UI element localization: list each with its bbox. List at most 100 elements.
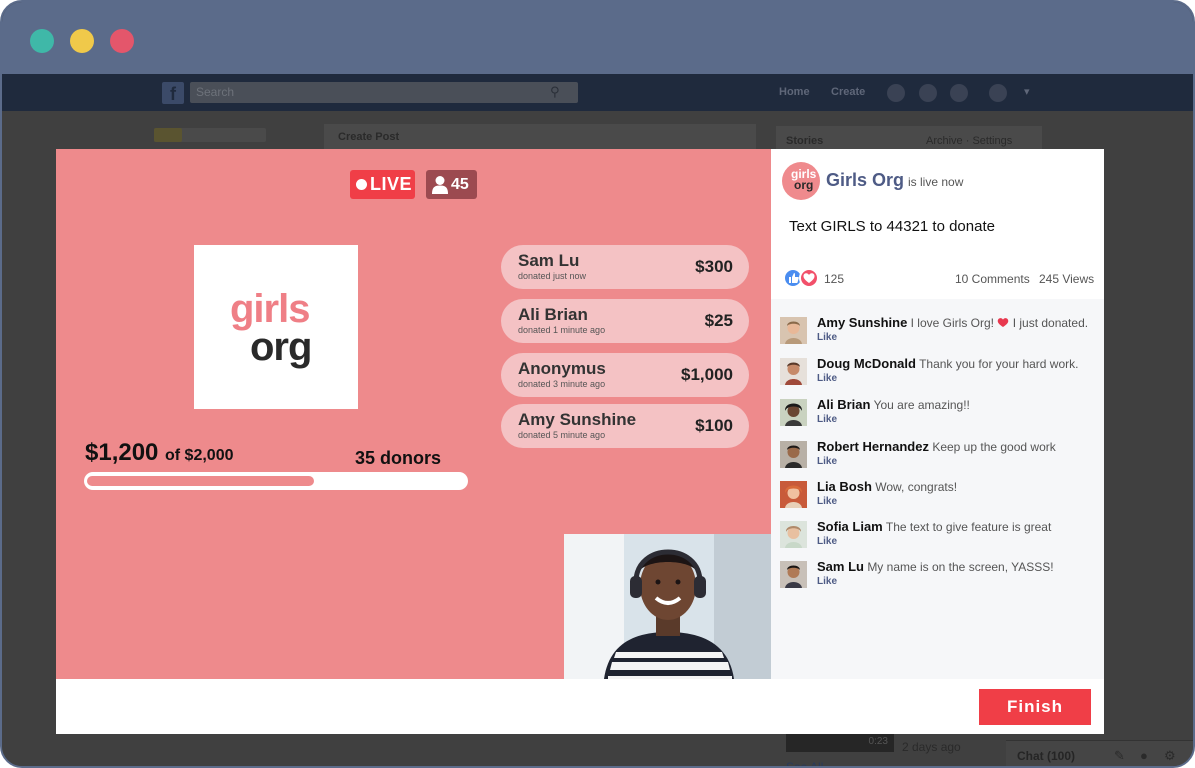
live-badge: LIVE	[350, 170, 415, 199]
love-reaction-icon[interactable]	[799, 268, 819, 288]
gear-icon: ⚙	[1164, 748, 1176, 763]
comment-text: Amy Sunshine I love Girls Org! I just do…	[817, 315, 1088, 330]
progress-fill	[87, 476, 314, 486]
viewer-count-badge: 45	[426, 170, 477, 199]
donation-item: Ali Brian donated 1 minute ago $25	[501, 299, 749, 343]
commenter-name[interactable]: Ali Brian	[817, 397, 870, 412]
heart-icon	[803, 273, 815, 283]
donation-item: Sam Lu donated just now $300	[501, 245, 749, 289]
comment-text: Sam Lu My name is on the screen, YASSS!	[817, 559, 1054, 574]
donor-name: Anonymus	[518, 359, 606, 378]
comment-item: Sofia Liam The text to give feature is g…	[771, 519, 1104, 557]
facebook-logo-icon[interactable]: f	[162, 82, 184, 104]
search-icon[interactable]: ⚲	[550, 84, 566, 100]
comment-like-link[interactable]: Like	[817, 576, 837, 587]
donation-amount: $25	[704, 311, 733, 330]
amount-raised: $1,200	[85, 439, 159, 466]
app-window: f Search ⚲ Home Create ▾ Create Post Sto…	[0, 0, 1195, 768]
robert-avatar[interactable]	[780, 441, 807, 468]
help-icon[interactable]	[989, 84, 1007, 102]
facebook-search-input[interactable]: Search	[190, 82, 578, 103]
logo-org-text: org	[250, 325, 312, 369]
comment-like-link[interactable]: Like	[817, 456, 837, 467]
story-ago: 2 days ago	[902, 740, 961, 754]
comment-like-link[interactable]: Like	[817, 332, 837, 343]
comment-like-link[interactable]: Like	[817, 496, 837, 507]
donation-amount: $100	[695, 416, 733, 435]
page-name-link[interactable]: Girls Org	[826, 170, 904, 191]
ali-avatar[interactable]	[780, 399, 807, 426]
donor-count: 35 donors	[355, 448, 442, 468]
comment-text: Robert Hernandez Keep up the good work	[817, 439, 1056, 454]
live-sidebar: girls org Girls Org is live now Text GIR…	[771, 149, 1104, 679]
live-video-modal: LIVE 45 girls org $1,200 of $2,000 35 do…	[56, 149, 1104, 734]
comment-body: My name is on the screen, YASSS!	[867, 560, 1054, 574]
notifications-icon[interactable]	[950, 84, 968, 102]
archive-settings-link: Archive · Settings	[926, 135, 1013, 147]
streamer-camera-feed	[564, 534, 771, 679]
comment-body: Thank you for your hard work.	[919, 357, 1079, 371]
sofia-avatar[interactable]	[780, 521, 807, 548]
comment-item: Ali Brian You are amazing!! Like	[771, 397, 1104, 435]
comment-text: Doug McDonald Thank you for your hard wo…	[817, 356, 1078, 371]
donation-item: Anonymus donated 3 minute ago $1,000	[501, 353, 749, 397]
heart-emoji-icon	[998, 318, 1009, 327]
donation-item: Amy Sunshine donated 5 minute ago $100	[501, 404, 749, 448]
window-minimize-button[interactable]	[70, 29, 94, 53]
comment-like-link[interactable]: Like	[817, 536, 837, 547]
comment-like-link[interactable]: Like	[817, 414, 837, 425]
doug-avatar[interactable]	[780, 358, 807, 385]
nav-home-link[interactable]: Home	[779, 86, 810, 98]
commenter-name[interactable]: Lia Bosh	[817, 479, 872, 494]
commenter-name[interactable]: Sofia Liam	[817, 519, 883, 534]
post-text: Text GIRLS to 44321 to donate	[789, 218, 995, 235]
commenter-name[interactable]: Doug McDonald	[817, 356, 916, 371]
finish-button[interactable]: Finish	[979, 689, 1091, 725]
story-thumbnail: 0:23	[786, 732, 894, 752]
girls-org-logo: girls org	[194, 245, 358, 409]
left-nav-item	[154, 128, 266, 142]
live-video-stage: LIVE 45 girls org $1,200 of $2,000 35 do…	[56, 149, 771, 679]
donor-name: Ali Brian	[518, 305, 588, 324]
stories-label: Stories	[786, 135, 824, 147]
commenter-name[interactable]: Robert Hernandez	[817, 439, 929, 454]
comment-item: Lia Bosh Wow, congrats! Like	[771, 479, 1104, 517]
amy-avatar[interactable]	[780, 317, 807, 344]
donor-name: Sam Lu	[518, 251, 580, 270]
comment-body: Wow, congrats!	[875, 480, 958, 494]
chat-label: Chat (100)	[1017, 749, 1076, 763]
commenter-name[interactable]: Sam Lu	[817, 559, 864, 574]
page-avatar[interactable]: girls org	[782, 162, 820, 200]
modal-footer	[56, 679, 1104, 734]
account-menu-chevron-icon[interactable]: ▾	[1024, 85, 1030, 98]
commenter-name[interactable]: Amy Sunshine	[817, 315, 907, 330]
comment-text: Lia Bosh Wow, congrats!	[817, 479, 957, 494]
donation-time: donated just now	[518, 271, 587, 281]
reaction-count[interactable]: 125	[824, 272, 844, 286]
messenger-icon[interactable]	[919, 84, 937, 102]
avatar-org-text: org	[794, 178, 814, 192]
window-maximize-button[interactable]	[110, 29, 134, 53]
viewer-count: 45	[451, 176, 469, 193]
comment-item: Sam Lu My name is on the screen, YASSS! …	[771, 559, 1104, 597]
comment-item: Amy Sunshine I love Girls Org! I just do…	[771, 315, 1104, 353]
sam-avatar[interactable]	[780, 561, 807, 588]
comment-text: Ali Brian You are amazing!!	[817, 397, 970, 412]
donation-time: donated 5 minute ago	[518, 430, 606, 440]
fundraising-progress-bar	[84, 472, 468, 490]
friends-icon[interactable]	[887, 84, 905, 102]
comment-item: Robert Hernandez Keep up the good work L…	[771, 439, 1104, 477]
comment-like-link[interactable]: Like	[817, 373, 837, 384]
window-close-button[interactable]	[30, 29, 54, 53]
nav-create-link[interactable]: Create	[831, 86, 865, 98]
comment-item: Doug McDonald Thank you for your hard wo…	[771, 356, 1104, 394]
story-duration: 0:23	[868, 736, 888, 747]
title-bar	[2, 2, 1193, 74]
donation-amount: $300	[695, 257, 733, 276]
lia-avatar[interactable]	[780, 481, 807, 508]
comments-count-link[interactable]: 10 Comments	[955, 272, 1030, 286]
donation-amount: $1,000	[681, 365, 733, 384]
views-count: 245 Views	[1039, 272, 1095, 286]
compose-icon: ✎	[1114, 748, 1125, 763]
live-status-text: is live now	[908, 175, 964, 189]
